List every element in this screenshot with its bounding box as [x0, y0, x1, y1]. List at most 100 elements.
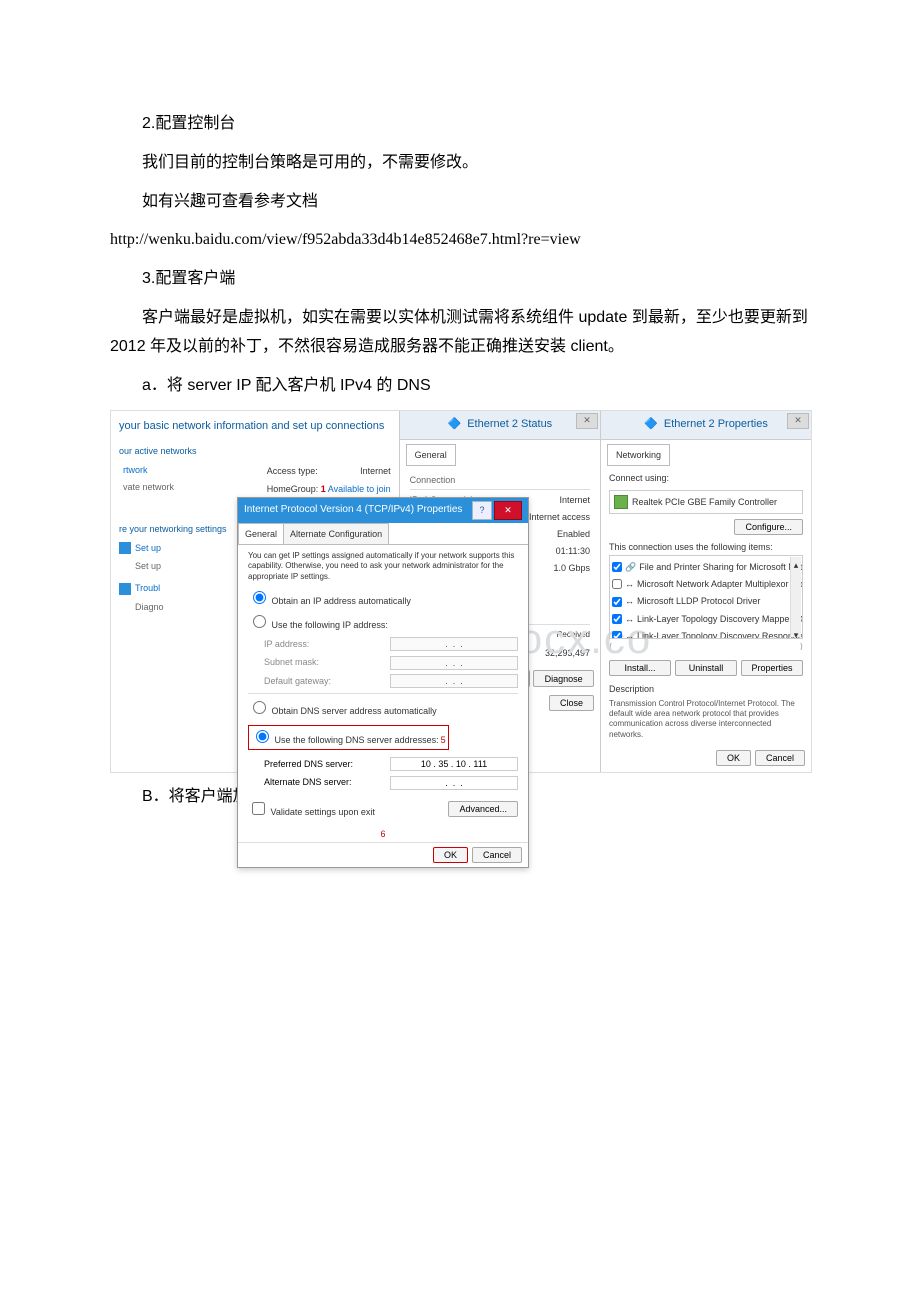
paragraph: 客户端最好是虚拟机，如实在需要以实体机测试需将系统组件 update 到最新，至…: [110, 304, 810, 362]
duration-value: 01:11:30: [556, 543, 590, 559]
ok-button[interactable]: OK: [433, 847, 468, 863]
speed-value: 1.0 Gbps: [553, 560, 590, 576]
radio-auto-ip[interactable]: [253, 591, 266, 604]
access-type-value: Internet: [360, 463, 391, 479]
item-properties-button[interactable]: Properties: [741, 660, 803, 676]
description-text: Transmission Control Protocol/Internet P…: [609, 699, 803, 741]
screenshot-figure: www.bdocx.co your basic network informat…: [110, 410, 812, 773]
props-title-text: Ethernet 2 Properties: [664, 415, 768, 435]
subnet-input: [390, 656, 518, 670]
radio-static-dns[interactable]: [256, 730, 269, 743]
item-text: Microsoft LLDP Protocol Driver: [637, 593, 760, 609]
radio-label: Obtain an IP address automatically: [272, 596, 411, 606]
troubleshoot-link[interactable]: Troubl: [135, 580, 160, 596]
media-state-value: Enabled: [557, 526, 590, 542]
subnet-label: Subnet mask:: [264, 654, 319, 670]
cancel-button[interactable]: Cancel: [472, 847, 522, 863]
paragraph: 我们目前的控制台策略是可用的，不需要修改。: [110, 149, 810, 178]
ok-button[interactable]: OK: [716, 750, 751, 766]
bytes-recv: 32,293,497: [545, 645, 590, 661]
uses-items-label: This connection uses the following items…: [609, 539, 803, 555]
networking-tab[interactable]: Networking: [607, 444, 670, 466]
access-type-label: Access type:: [267, 463, 318, 479]
validate-checkbox[interactable]: [252, 802, 265, 815]
props-icon: 🔷: [644, 415, 658, 435]
preferred-dns-input[interactable]: [390, 757, 518, 771]
cancel-button[interactable]: Cancel: [755, 750, 805, 766]
mark-5: 5: [441, 735, 446, 745]
status-title: 🔷 Ethernet 2 Status ✕: [400, 411, 600, 440]
paragraph: 如有兴趣可查看参考文档: [110, 188, 810, 217]
ipv4-title-text: Internet Protocol Version 4 (TCP/IPv4) P…: [244, 501, 462, 519]
step-a: a．将 server IP 配入客户机 IPv4 的 DNS: [110, 372, 810, 401]
alternate-dns-input[interactable]: [390, 776, 518, 790]
diagnose-sub: Diagno: [135, 599, 164, 615]
status-icon: 🔷: [447, 415, 461, 435]
network-type: vate network: [123, 479, 174, 495]
description-label: Description: [609, 681, 803, 697]
nc-title: your basic network information and set u…: [119, 417, 391, 437]
gateway-label: Default gateway:: [264, 673, 331, 689]
close-icon[interactable]: ✕: [494, 501, 522, 519]
install-button[interactable]: Install...: [609, 660, 671, 676]
ip-address-label: IP address:: [264, 636, 309, 652]
gateway-input: [390, 674, 518, 688]
item-checkbox[interactable]: [612, 597, 622, 607]
radio-static-ip[interactable]: [253, 615, 266, 628]
setup-icon: [119, 542, 131, 554]
help-icon[interactable]: ?: [472, 501, 492, 519]
nc-active-networks: our active networks: [119, 443, 391, 459]
configure-button[interactable]: Configure...: [734, 519, 803, 535]
homegroup-link[interactable]: 1 Available to join: [321, 481, 391, 497]
item-checkbox[interactable]: [612, 562, 622, 572]
item-checkbox[interactable]: [612, 614, 622, 624]
item-checkbox[interactable]: [612, 579, 622, 589]
homegroup-label: HomeGroup:: [267, 481, 319, 497]
setup-sub: Set up: [135, 558, 161, 574]
preferred-dns-label: Preferred DNS server:: [264, 756, 353, 772]
network-name: rtwork: [123, 462, 174, 478]
radio-label: Use the following DNS server addresses:: [275, 735, 439, 745]
connection-group: Connection: [410, 472, 590, 489]
connect-using-label: Connect using:: [609, 470, 803, 486]
item-text: Link-Layer Topology Discovery Responder: [637, 628, 803, 639]
diagnose-button[interactable]: Diagnose: [533, 670, 594, 687]
ipv4-properties-dialog: Internet Protocol Version 4 (TCP/IPv4) P…: [237, 497, 529, 868]
close-icon[interactable]: ✕: [787, 413, 809, 429]
radio-label: Obtain DNS server address automatically: [272, 706, 437, 716]
adapter-box: Realtek PCIe GBE Family Controller: [609, 490, 803, 514]
tab-general[interactable]: General: [238, 523, 284, 544]
received-label: Received: [557, 628, 590, 642]
radio-auto-dns[interactable]: [253, 701, 266, 714]
items-list[interactable]: 🔗File and Printer Sharing for Microsoft …: [609, 555, 803, 639]
ipv4-desc: You can get IP settings assigned automat…: [248, 551, 518, 582]
status-tab-general[interactable]: General: [406, 444, 456, 466]
scroll-right-icon[interactable]: ⟩: [800, 640, 803, 654]
status-title-text: Ethernet 2 Status: [467, 415, 552, 435]
setup-link[interactable]: Set up: [135, 540, 161, 556]
adapter-icon: [614, 495, 628, 509]
radio-label: Use the following IP address:: [272, 620, 388, 630]
validate-checkbox-label[interactable]: Validate settings upon exit: [248, 799, 375, 820]
close-icon[interactable]: ✕: [576, 413, 598, 429]
scrollbar[interactable]: ▴▾: [790, 557, 801, 637]
heading-3: 3.配置客户端: [110, 265, 810, 294]
troubleshoot-icon: [119, 583, 131, 595]
adapter-name: Realtek PCIe GBE Family Controller: [632, 494, 777, 510]
item-text: Link-Layer Topology Discovery Mapper I/O…: [637, 611, 803, 627]
ethernet-properties-window: 🔷 Ethernet 2 Properties ✕ Networking Con…: [600, 411, 811, 772]
close-button[interactable]: Close: [549, 695, 594, 711]
tab-alternate[interactable]: Alternate Configuration: [283, 523, 389, 544]
mark-6: 6: [238, 826, 528, 842]
ipv4-conn-value: Internet: [559, 492, 590, 508]
uninstall-button[interactable]: Uninstall: [675, 660, 737, 676]
scroll-left-icon[interactable]: ⟨: [609, 640, 612, 654]
item-text: Microsoft Network Adapter Multiplexor Pr…: [637, 576, 803, 592]
item-checkbox[interactable]: [612, 631, 622, 639]
heading-2: 2.配置控制台: [110, 110, 810, 139]
advanced-button[interactable]: Advanced...: [448, 801, 518, 817]
props-title: 🔷 Ethernet 2 Properties ✕: [601, 411, 811, 440]
ip-address-input: [390, 637, 518, 651]
alternate-dns-label: Alternate DNS server:: [264, 774, 352, 790]
url-text: http://wenku.baidu.com/view/f952abda33d4…: [110, 226, 810, 255]
